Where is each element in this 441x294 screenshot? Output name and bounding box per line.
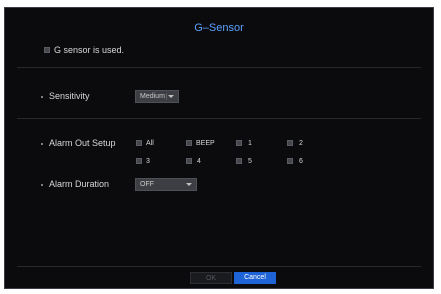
g-sensor-checkbox[interactable] <box>44 47 50 53</box>
separator <box>17 266 421 267</box>
bullet-icon <box>41 96 43 98</box>
alarm-duration-label: Alarm Duration <box>49 179 110 189</box>
alarm-out-checkbox-6[interactable] <box>287 158 293 164</box>
alarm-out-checkbox-all[interactable] <box>136 140 142 146</box>
alarm-out-option-label: 1 <box>248 140 252 147</box>
dropdown-divider <box>166 93 167 100</box>
separator <box>17 67 421 68</box>
alarm-out-checkbox-2[interactable] <box>287 140 293 146</box>
bullet-icon <box>41 143 43 145</box>
chevron-down-icon <box>186 183 192 186</box>
alarm-out-option-label: 3 <box>146 158 150 165</box>
alarm-out-option-label: 2 <box>299 140 303 147</box>
g-sensor-label: G sensor is used. <box>54 45 125 55</box>
cancel-button[interactable]: Cancel <box>234 272 276 284</box>
alarm-out-checkbox-5[interactable] <box>236 158 242 164</box>
separator <box>17 118 421 119</box>
bullet-icon <box>41 184 43 186</box>
sensitivity-dropdown[interactable]: Medium <box>135 90 179 103</box>
alarm-out-option-label: 5 <box>248 158 252 165</box>
sensitivity-value: Medium <box>140 93 165 100</box>
alarm-out-option-label: 6 <box>299 158 303 165</box>
alarm-out-label: Alarm Out Setup <box>49 138 116 148</box>
alarm-out-option-label: BEEP <box>196 140 215 147</box>
alarm-out-checkbox-4[interactable] <box>186 158 192 164</box>
g-sensor-dialog: G–Sensor G sensor is used. Sensitivity M… <box>4 7 434 289</box>
ok-button[interactable]: OK <box>190 272 232 284</box>
alarm-out-checkbox-3[interactable] <box>136 158 142 164</box>
alarm-out-option-label: 4 <box>197 158 201 165</box>
chevron-down-icon <box>168 95 174 98</box>
sensitivity-label: Sensitivity <box>49 91 90 101</box>
alarm-out-checkbox-beep[interactable] <box>186 140 192 146</box>
alarm-out-checkbox-1[interactable] <box>236 140 242 146</box>
alarm-duration-value: OFF <box>140 181 154 188</box>
dialog-title: G–Sensor <box>194 22 244 34</box>
alarm-duration-dropdown[interactable]: OFF <box>135 178 197 191</box>
alarm-out-option-label: All <box>146 140 154 147</box>
